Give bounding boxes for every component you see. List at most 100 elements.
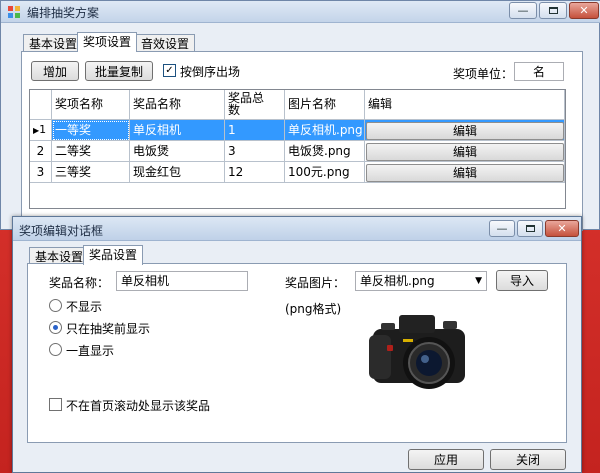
dialog-title: 奖项编辑对话框 — [19, 224, 104, 238]
tab-basic-settings[interactable]: 基本设置 — [23, 34, 84, 52]
radio-always-show-label: 一直显示 — [66, 344, 115, 358]
row-header[interactable]: 2 — [30, 141, 52, 162]
row-number: 3 — [36, 165, 45, 179]
prize-name-label: 奖品名称： — [49, 276, 110, 290]
column-header-edit[interactable]: 编辑 — [365, 90, 565, 120]
tab-label: 音效设置 — [141, 37, 190, 51]
dialog-tab-prize[interactable]: 奖品设置 — [83, 245, 144, 265]
close-icon: ✕ — [557, 222, 567, 235]
edit-button-label: 编辑 — [452, 124, 477, 138]
edit-button-label: 编辑 — [452, 145, 477, 159]
prize-image-value: 单反相机.png — [360, 274, 435, 288]
column-header-text: 奖品名称 — [133, 97, 182, 111]
unit-value: 名 — [532, 65, 545, 79]
cell-prize[interactable]: 单反相机 — [130, 120, 225, 141]
prize-camera-image — [369, 315, 465, 389]
dialog-minimize-button[interactable]: — — [489, 220, 515, 237]
prize-image-label: 奖品图片： — [285, 276, 346, 290]
row-header-corner — [30, 90, 52, 120]
row-header[interactable]: 3 — [30, 162, 52, 183]
radio-hide[interactable] — [49, 299, 62, 312]
column-header-text: 图片名称 — [288, 97, 337, 111]
dialog-maximize-button[interactable] — [517, 220, 543, 237]
apply-button[interactable]: 应用 — [408, 449, 484, 470]
tab-label: 奖项设置 — [83, 35, 132, 49]
cell-text: 电饭煲.png — [288, 144, 351, 158]
prize-image-select[interactable]: 单反相机.png ▼ — [355, 271, 487, 291]
apply-label: 应用 — [433, 453, 458, 467]
awards-grid: 奖项名称 奖品名称 奖品总数 图片名称 编辑 ▶1 一等奖 单反相机 1 单反相… — [29, 89, 566, 209]
maximize-button[interactable] — [539, 2, 567, 19]
prize-name-input[interactable]: 单反相机 — [116, 271, 248, 291]
close-label: 关闭 — [515, 453, 540, 467]
cell-image[interactable]: 电饭煲.png — [285, 141, 365, 162]
check-icon: ✓ — [165, 64, 174, 76]
minimize-icon: — — [496, 222, 508, 235]
dialog-close-button[interactable]: ✕ — [545, 220, 579, 237]
award-edit-dialog: 奖项编辑对话框 — ✕ 基本设置 奖品设置 奖品名称： 单反相机 奖品图片： 单… — [12, 216, 582, 473]
dialog-close-text-button[interactable]: 关闭 — [490, 449, 566, 470]
row-header[interactable]: ▶1 — [30, 120, 52, 141]
maximize-icon — [525, 225, 535, 232]
cell-image[interactable]: 100元.png — [285, 162, 365, 183]
reverse-order-checkbox[interactable]: ✓ — [163, 64, 176, 77]
column-header-prize[interactable]: 奖品名称 — [130, 90, 225, 120]
edit-row-button[interactable]: 编辑 — [366, 164, 564, 182]
batch-copy-button[interactable]: 批量复制 — [85, 61, 153, 81]
edit-row-button[interactable]: 编辑 — [366, 122, 564, 140]
cell-text: 一等奖 — [55, 123, 92, 137]
column-header-image[interactable]: 图片名称 — [285, 90, 365, 120]
cell-text: 12 — [228, 165, 244, 179]
cell-text: 100元.png — [288, 165, 350, 179]
window-title: 编排抽奖方案 — [27, 6, 100, 20]
cell-count[interactable]: 3 — [225, 141, 285, 162]
radio-show-before-draw-label: 只在抽奖前显示 — [66, 322, 151, 336]
edit-row-button[interactable]: 编辑 — [366, 143, 564, 161]
column-header-count[interactable]: 奖品总数 — [225, 90, 285, 120]
column-header-text: 编辑 — [368, 97, 393, 111]
cell-award[interactable]: 三等奖 — [52, 162, 130, 183]
tab-label: 基本设置 — [35, 250, 84, 264]
column-header-award[interactable]: 奖项名称 — [52, 90, 130, 120]
reverse-order-label: 按倒序出场 — [180, 65, 241, 79]
add-button[interactable]: 增加 — [31, 61, 79, 81]
close-button[interactable]: ✕ — [569, 2, 599, 19]
import-label: 导入 — [509, 274, 534, 288]
minimize-button[interactable]: — — [509, 2, 537, 19]
unit-input[interactable]: 名 — [514, 62, 564, 81]
cell-award[interactable]: 二等奖 — [52, 141, 130, 162]
main-titlebar: 编排抽奖方案 — ✕ — [1, 1, 600, 23]
app-icon — [8, 6, 20, 18]
cell-count[interactable]: 1 — [225, 120, 285, 141]
edit-button-label: 编辑 — [452, 166, 477, 180]
unit-label: 奖项单位： — [453, 67, 514, 81]
cell-prize[interactable]: 现金红包 — [130, 162, 225, 183]
format-hint: (png格式) — [285, 302, 342, 316]
cell-text: 单反相机 — [133, 123, 182, 137]
radio-always-show[interactable] — [49, 343, 62, 356]
radio-show-before-draw[interactable] — [49, 321, 62, 334]
cell-text: 3 — [228, 144, 236, 158]
hide-scroll-label: 不在首页滚动处显示该奖品 — [66, 399, 211, 413]
cell-text: 三等奖 — [55, 165, 92, 179]
tab-sound-settings[interactable]: 音效设置 — [135, 34, 196, 52]
column-header-text: 奖品总数 — [228, 91, 265, 117]
cell-image[interactable]: 单反相机.png — [285, 120, 365, 141]
tab-award-settings[interactable]: 奖项设置 — [77, 32, 138, 52]
cell-text: 现金红包 — [133, 165, 182, 179]
close-icon: ✕ — [579, 4, 589, 17]
radio-hide-label: 不显示 — [66, 300, 103, 314]
batch-copy-label: 批量复制 — [94, 64, 143, 79]
cell-text: 电饭煲 — [133, 144, 170, 158]
minimize-icon: — — [517, 4, 529, 17]
row-number: 2 — [36, 144, 45, 158]
cell-count[interactable]: 12 — [225, 162, 285, 183]
dialog-titlebar: 奖项编辑对话框 — ✕ — [13, 217, 581, 241]
chevron-down-icon: ▼ — [475, 276, 482, 286]
tab-label: 基本设置 — [29, 37, 78, 51]
cell-text: 二等奖 — [55, 144, 92, 158]
hide-scroll-checkbox[interactable] — [49, 398, 62, 411]
import-button[interactable]: 导入 — [496, 270, 548, 291]
cell-award[interactable]: 一等奖 — [52, 120, 130, 141]
cell-prize[interactable]: 电饭煲 — [130, 141, 225, 162]
